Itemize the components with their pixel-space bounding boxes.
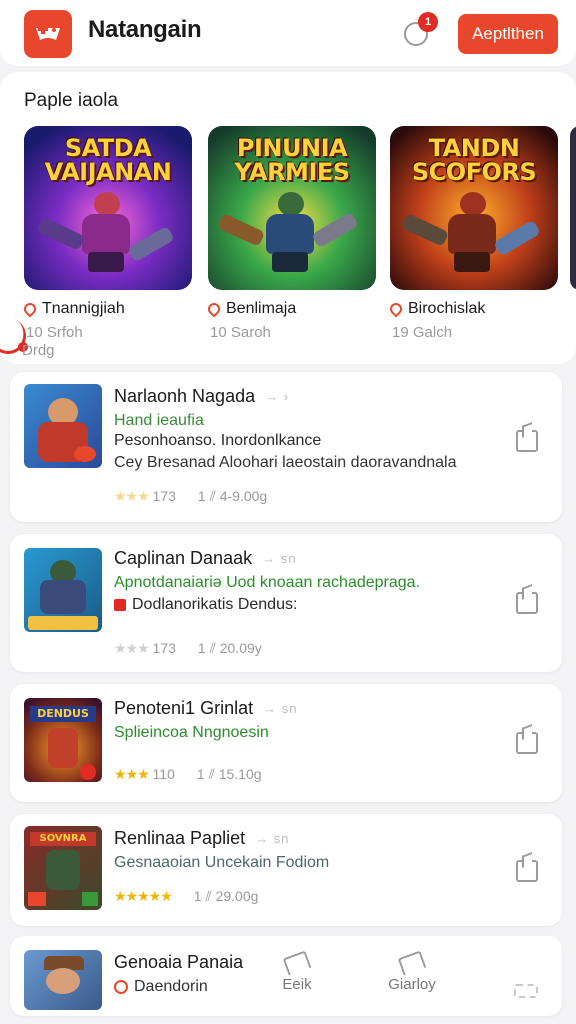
- share-icon[interactable]: [516, 592, 538, 614]
- star-rating-icon: ★★★★★: [114, 888, 173, 904]
- game-subtitle: Gesnaaoian Uncekain Fodiom: [114, 854, 330, 871]
- game-thumbnail: [24, 548, 102, 632]
- hero-figure-icon: [444, 192, 500, 272]
- game-title: Renlinaa Papliet → sn: [114, 828, 290, 848]
- share-icon[interactable]: [516, 732, 538, 754]
- arrow-icon: → sn: [262, 551, 297, 566]
- game-art-title: PINUNIA YARMIES: [234, 134, 350, 186]
- nav-item-1[interactable]: Eeik: [272, 950, 322, 993]
- featured-card-name: Benlimaja: [205, 300, 376, 318]
- featured-card-name: Birochislak: [387, 300, 558, 318]
- star-rating-icon: ★★★: [114, 766, 150, 782]
- chart-icon: [282, 950, 312, 976]
- more-icon[interactable]: [514, 984, 538, 998]
- star-rating-icon: ★★★: [114, 488, 150, 504]
- featured-side-label: Drdg: [22, 342, 55, 359]
- game-title: Penoteni1 Grinlat → sn: [114, 698, 298, 718]
- game-list-card[interactable]: DENDUS Penoteni1 Grinlat → sn Splieincoa …: [10, 684, 562, 802]
- game-stats: ★★★ 110 1 ⫽ 15.10g: [114, 766, 262, 782]
- arrow-icon: → sn: [255, 831, 290, 846]
- featured-card-meta: 10 Srfoh: [26, 324, 83, 341]
- featured-card-name: Tnannigjiah: [21, 300, 192, 318]
- arrow-icon: → sn: [263, 701, 298, 716]
- game-publisher: Dodlanorikatis Dendus:: [114, 596, 297, 614]
- download-icon: ⫽: [209, 640, 216, 656]
- app-title: Natangain: [88, 16, 202, 43]
- share-icon[interactable]: [516, 430, 538, 452]
- hero-figure-icon: [78, 192, 134, 272]
- download-icon: ⫽: [208, 766, 215, 782]
- game-art-title: TANDN SCOFORS: [411, 134, 537, 186]
- nav-item-2[interactable]: Giarloy: [382, 950, 442, 993]
- game-art-thumbnail: TANDN SCOFORS: [390, 126, 558, 290]
- featured-card[interactable]: TANDN SCOFORS Birochislak 19 Galch: [387, 126, 558, 341]
- bottom-navigation: Eeik Giarloy: [0, 940, 576, 1024]
- star-rating-icon: ★★★: [114, 640, 150, 656]
- game-publisher: Pesonhoanso. Inordonlkance: [114, 432, 322, 449]
- featured-card-meta: 19 Galch: [392, 324, 453, 341]
- hero-figure-icon: [262, 192, 318, 272]
- arrow-icon: → ›: [265, 389, 290, 404]
- game-stats: ★★★ 173 1 ⫽ 20.09y: [114, 640, 262, 656]
- featured-card[interactable]: SATDA VAIJANAN Tnannigjiah 10 Srfoh: [21, 126, 192, 341]
- warning-icon: [114, 599, 126, 611]
- game-list-card[interactable]: SOVNRA Renlinaa Papliet → sn Gesnaaoian U…: [10, 814, 562, 926]
- location-pin-icon: [387, 300, 405, 318]
- next-featured-card-peek[interactable]: [570, 126, 576, 290]
- game-thumbnail: [24, 384, 102, 468]
- game-art-thumbnail: PINUNIA YARMIES: [208, 126, 376, 290]
- game-list-card[interactable]: Caplinan Danaak → sn Apnotdanaiariə Uod k…: [10, 534, 562, 672]
- download-icon: ⫽: [205, 888, 212, 904]
- featured-card[interactable]: PINUNIA YARMIES Benlimaja 10 Saroh: [205, 126, 376, 341]
- download-icon: ⫽: [209, 488, 216, 504]
- featured-card-meta: 10 Saroh: [210, 324, 271, 341]
- chart-icon: [397, 950, 427, 976]
- gamepad-icon[interactable]: [24, 10, 72, 58]
- location-pin-icon: [21, 300, 39, 318]
- game-thumbnail: DENDUS: [24, 698, 102, 782]
- game-title: Caplinan Danaak → sn: [114, 548, 297, 568]
- game-title: Narlaonh Nagada → ›: [114, 386, 290, 406]
- featured-section-title: Paple iaola: [24, 90, 119, 111]
- header-action-button[interactable]: Aeptlthen: [458, 14, 558, 54]
- game-subtitle: Splieincoa Nngnoesin: [114, 724, 269, 741]
- game-art-title: SATDA VAIJANAN: [44, 134, 172, 186]
- game-list-card[interactable]: Narlaonh Nagada → › Hand ieaufia Pesonhoa…: [10, 372, 562, 522]
- share-icon[interactable]: [516, 860, 538, 882]
- game-thumbnail: SOVNRA: [24, 826, 102, 910]
- game-art-thumbnail: SATDA VAIJANAN: [24, 126, 192, 290]
- game-stats: ★★★ 173 1 ⫽ 4-9.00g: [114, 488, 268, 504]
- location-pin-icon: [205, 300, 223, 318]
- game-description: Cey Bresanad Aloohari laeostain daoravan…: [114, 454, 457, 471]
- app-header: Natangain 1 Aeptlthen: [0, 0, 576, 66]
- game-subtitle: Apnotdanaiariə Uod knoaan rachadepraga.: [114, 574, 421, 591]
- game-subtitle: Hand ieaufia: [114, 412, 204, 429]
- notification-badge: 1: [418, 12, 438, 32]
- game-stats: ★★★★★ 1 ⫽ 29.00g: [114, 888, 259, 904]
